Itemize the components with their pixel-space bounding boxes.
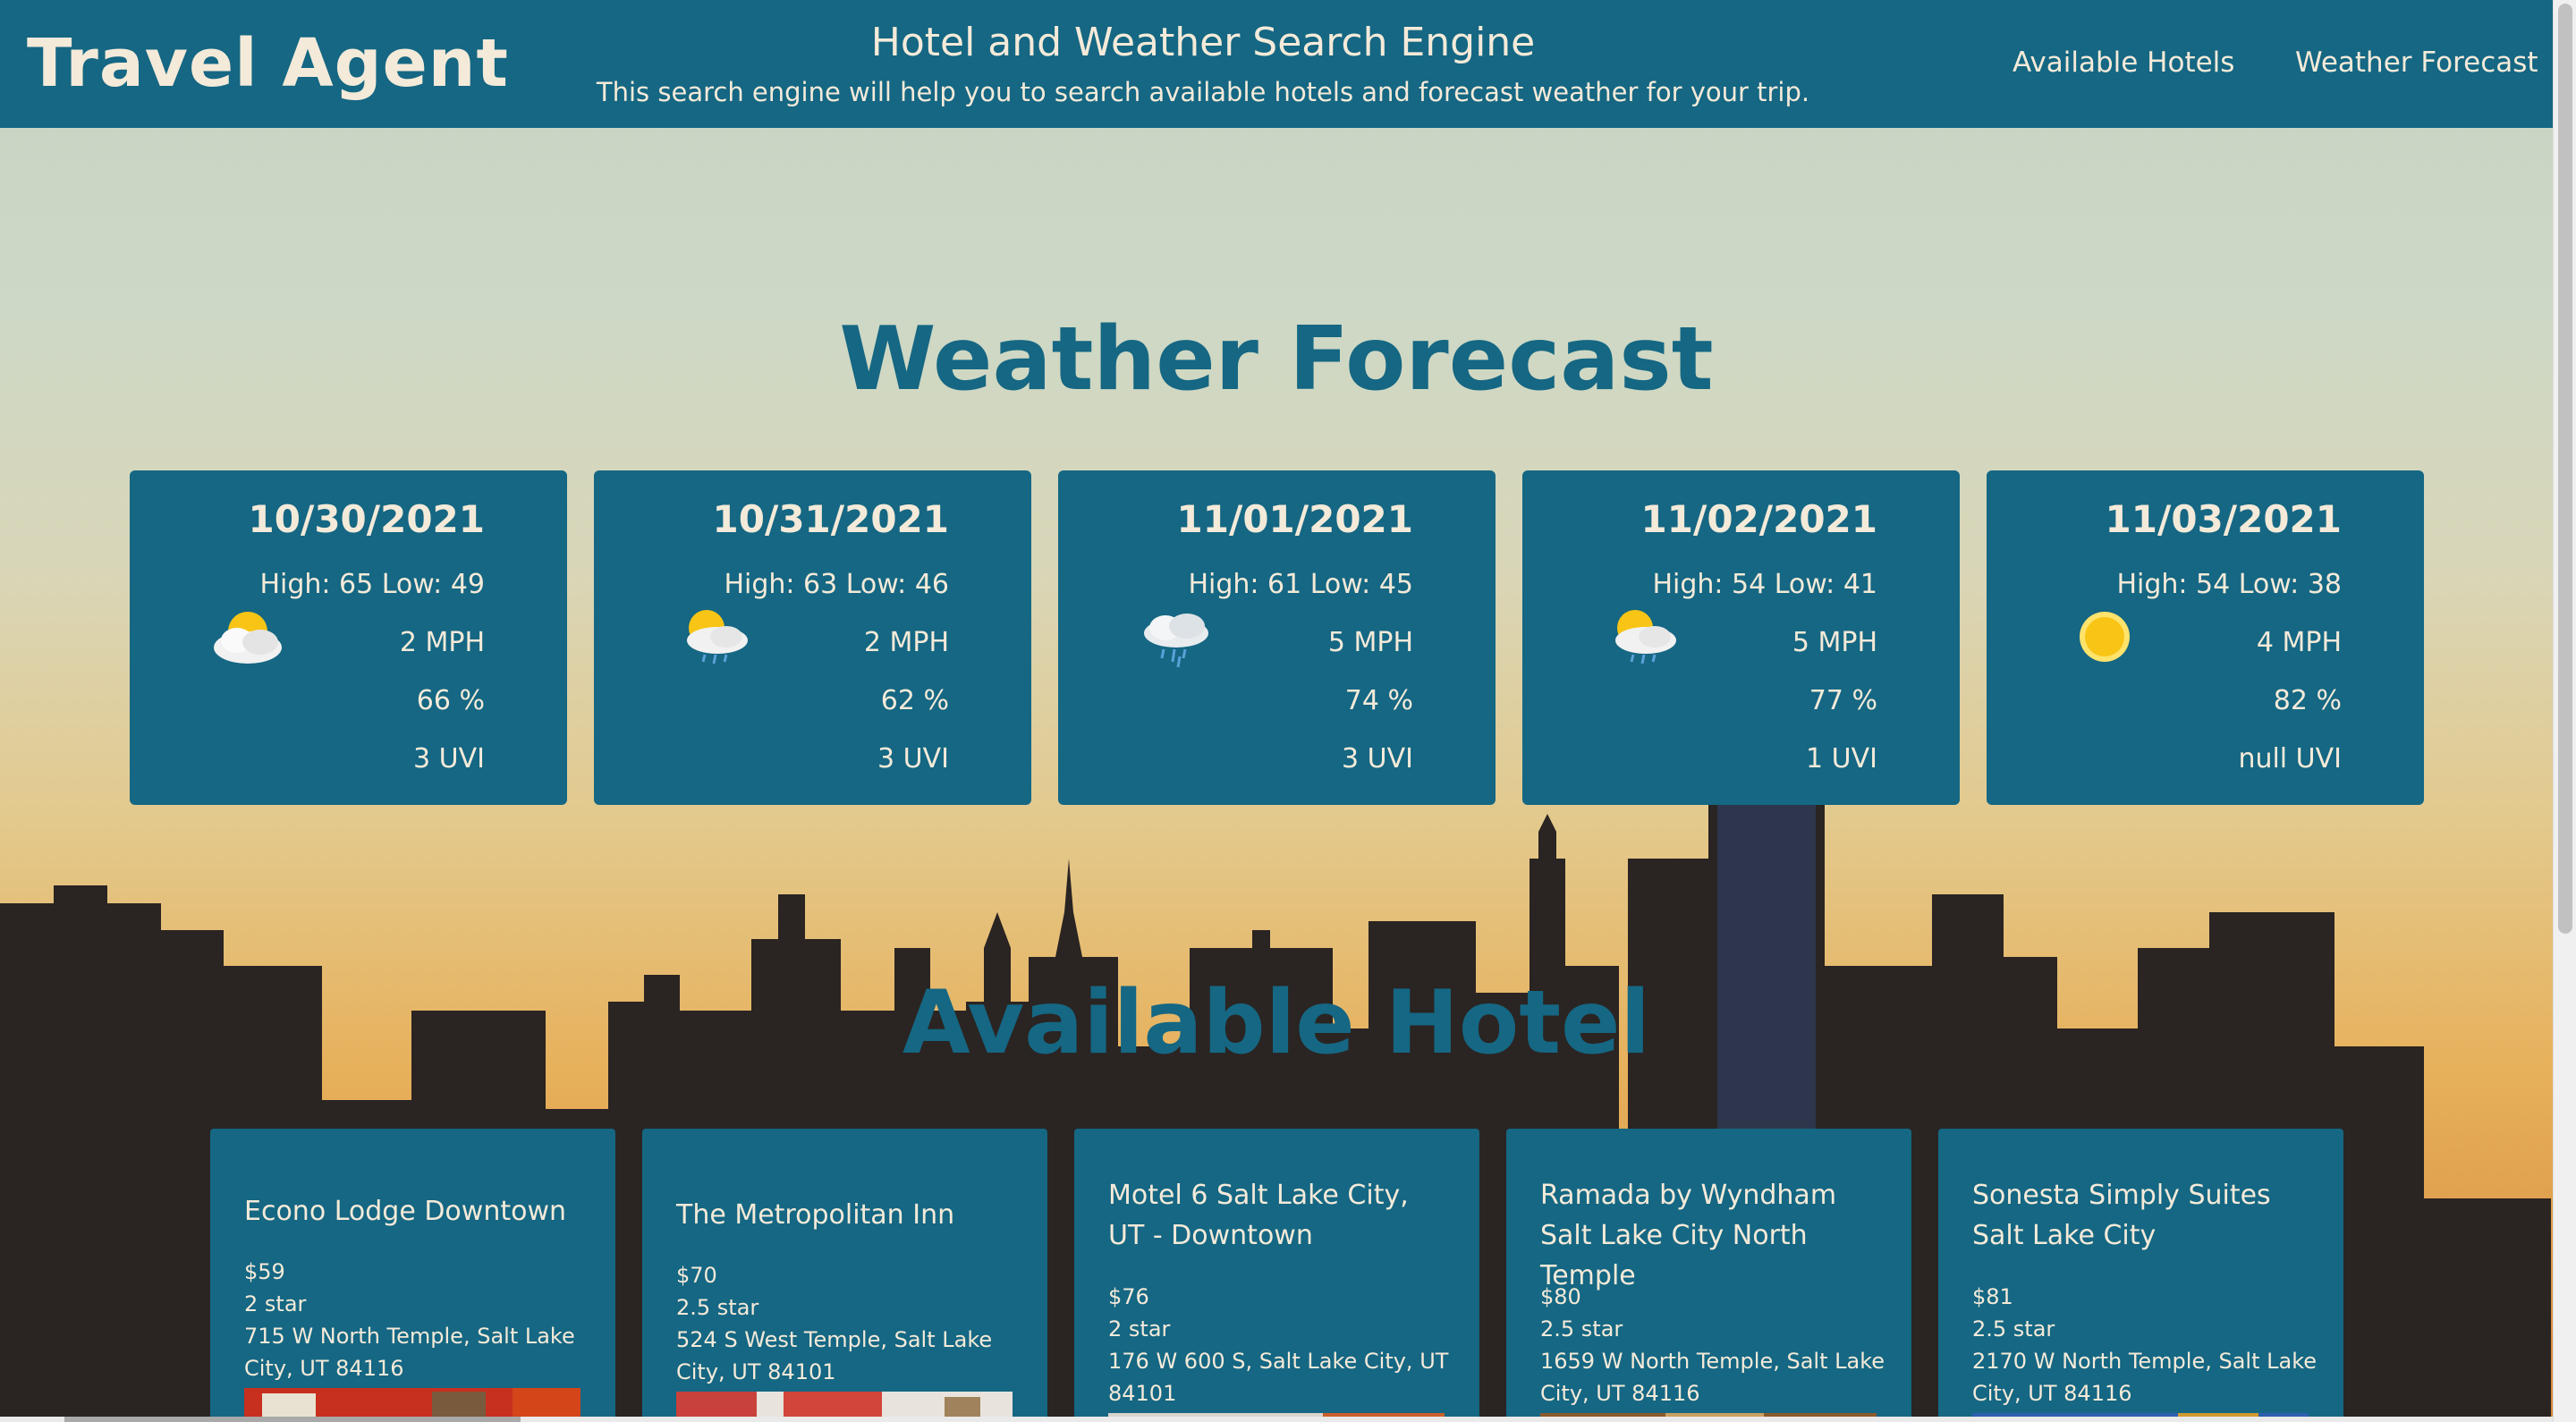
hotel-rating: 2.5 star xyxy=(676,1295,759,1320)
weather-date: 11/02/2021 xyxy=(1640,497,1877,541)
horizontal-scrollbar[interactable] xyxy=(0,1417,2553,1422)
weather-wind: 2 MPH xyxy=(399,627,485,658)
hotel-price: $70 xyxy=(676,1263,717,1288)
weather-high-low: High: 54 Low: 41 xyxy=(1652,569,1877,600)
hotel-price: $59 xyxy=(244,1259,285,1284)
vertical-scrollbar[interactable] xyxy=(2553,0,2576,1422)
hotel-address: 524 S West Temple, Salt Lake City, UT 84… xyxy=(676,1327,993,1384)
weather-uv-index: 1 UVI xyxy=(1806,743,1877,774)
hotel-rating: 2.5 star xyxy=(1972,1316,2055,1342)
hotel-price: $80 xyxy=(1540,1284,1581,1309)
weather-high-low: High: 65 Low: 49 xyxy=(259,569,485,600)
weather-high-low: High: 54 Low: 38 xyxy=(2116,569,2342,600)
weather-wind: 5 MPH xyxy=(1792,627,1877,658)
weather-uv-index: null UVI xyxy=(2238,743,2342,774)
partly-cloudy-icon xyxy=(214,612,282,664)
weather-card: 11/03/2021 High: 54 Low: 38 4 MPH 82 % n… xyxy=(1987,470,2424,805)
weather-card: 11/01/2021 High: 61 Low: 45 5 MPH 74 % 3… xyxy=(1058,470,1496,805)
hotel-rating: 2 star xyxy=(1108,1316,1171,1342)
weather-humidity: 77 % xyxy=(1809,685,1877,716)
weather-high-low: High: 63 Low: 46 xyxy=(724,569,949,600)
hotel-card[interactable]: Econo Lodge Downtown $59 2 star 715 W No… xyxy=(210,1129,615,1422)
weather-humidity: 62 % xyxy=(880,685,949,716)
hotel-address: 2170 W North Temple, Salt Lake City, UT … xyxy=(1972,1349,2318,1406)
sun-icon xyxy=(2080,612,2130,662)
horizontal-scrollbar-thumb[interactable] xyxy=(64,1417,521,1422)
sun-cloud-rain-icon xyxy=(687,610,748,664)
weather-date: 10/31/2021 xyxy=(712,497,949,541)
hotel-name[interactable]: Sonesta Simply Suites Salt Lake City xyxy=(1972,1175,2312,1256)
rain-cloud-icon xyxy=(1144,614,1208,668)
weather-uv-index: 3 UVI xyxy=(1342,743,1413,774)
hotel-card[interactable]: Motel 6 Salt Lake City, UT - Downtown $7… xyxy=(1074,1129,1479,1422)
hotel-price: $76 xyxy=(1108,1284,1149,1309)
top-navigation-bar: Travel Agent Hotel and Weather Search En… xyxy=(0,0,2553,128)
sun-cloud-rain-icon xyxy=(1615,610,1676,664)
weather-humidity: 66 % xyxy=(416,685,485,716)
hotel-address: 1659 W North Temple, Salt Lake City, UT … xyxy=(1540,1349,1885,1406)
hotel-name[interactable]: Motel 6 Salt Lake City, UT - Downtown xyxy=(1108,1175,1448,1256)
weather-date: 11/01/2021 xyxy=(1176,497,1413,541)
weather-card: 10/31/2021 High: 63 Low: 46 2 MPH 62 % 3… xyxy=(594,470,1031,805)
weather-wind: 5 MPH xyxy=(1327,627,1413,658)
weather-card: 11/02/2021 High: 54 Low: 41 5 MPH 77 % 1… xyxy=(1522,470,1960,805)
weather-date: 11/03/2021 xyxy=(2105,497,2342,541)
weather-uv-index: 3 UVI xyxy=(413,743,485,774)
hotel-address: 176 W 600 S, Salt Lake City, UT 84101 xyxy=(1108,1349,1449,1406)
weather-wind: 2 MPH xyxy=(863,627,949,658)
weather-uv-index: 3 UVI xyxy=(877,743,949,774)
weather-card: 10/30/2021 High: 65 Low: 49 2 MPH 66 % 3… xyxy=(130,470,567,805)
page-header-subtitle: This search engine will help you to sear… xyxy=(596,77,1810,107)
weather-humidity: 82 % xyxy=(2273,685,2342,716)
weather-date: 10/30/2021 xyxy=(248,497,485,541)
hotel-address: 715 W North Temple, Salt Lake City, UT 8… xyxy=(244,1324,575,1381)
hotel-name[interactable]: The Metropolitan Inn xyxy=(676,1195,1016,1235)
hotel-rating: 2 star xyxy=(244,1291,307,1316)
nav-link-available-hotels[interactable]: Available Hotels xyxy=(2012,47,2234,79)
hotel-name[interactable]: Ramada by Wyndham Salt Lake City North T… xyxy=(1540,1175,1880,1296)
nav-link-weather-forecast[interactable]: Weather Forecast xyxy=(2295,47,2538,79)
hotel-price: $81 xyxy=(1972,1284,2013,1309)
weather-high-low: High: 61 Low: 45 xyxy=(1188,569,1413,600)
hotel-card[interactable]: Ramada by Wyndham Salt Lake City North T… xyxy=(1506,1129,1911,1422)
weather-forecast-heading: Weather Forecast xyxy=(839,309,1714,411)
hotel-card[interactable]: The Metropolitan Inn $70 2.5 star 524 S … xyxy=(642,1129,1047,1422)
hotel-card[interactable]: Sonesta Simply Suites Salt Lake City $81… xyxy=(1938,1129,2343,1422)
weather-humidity: 74 % xyxy=(1344,685,1413,716)
vertical-scrollbar-thumb[interactable] xyxy=(2558,4,2572,934)
hotel-rating: 2.5 star xyxy=(1540,1316,1623,1342)
hotel-name[interactable]: Econo Lodge Downtown xyxy=(244,1191,584,1232)
available-hotel-heading: Available Hotel xyxy=(902,972,1651,1074)
weather-wind: 4 MPH xyxy=(2256,627,2342,658)
